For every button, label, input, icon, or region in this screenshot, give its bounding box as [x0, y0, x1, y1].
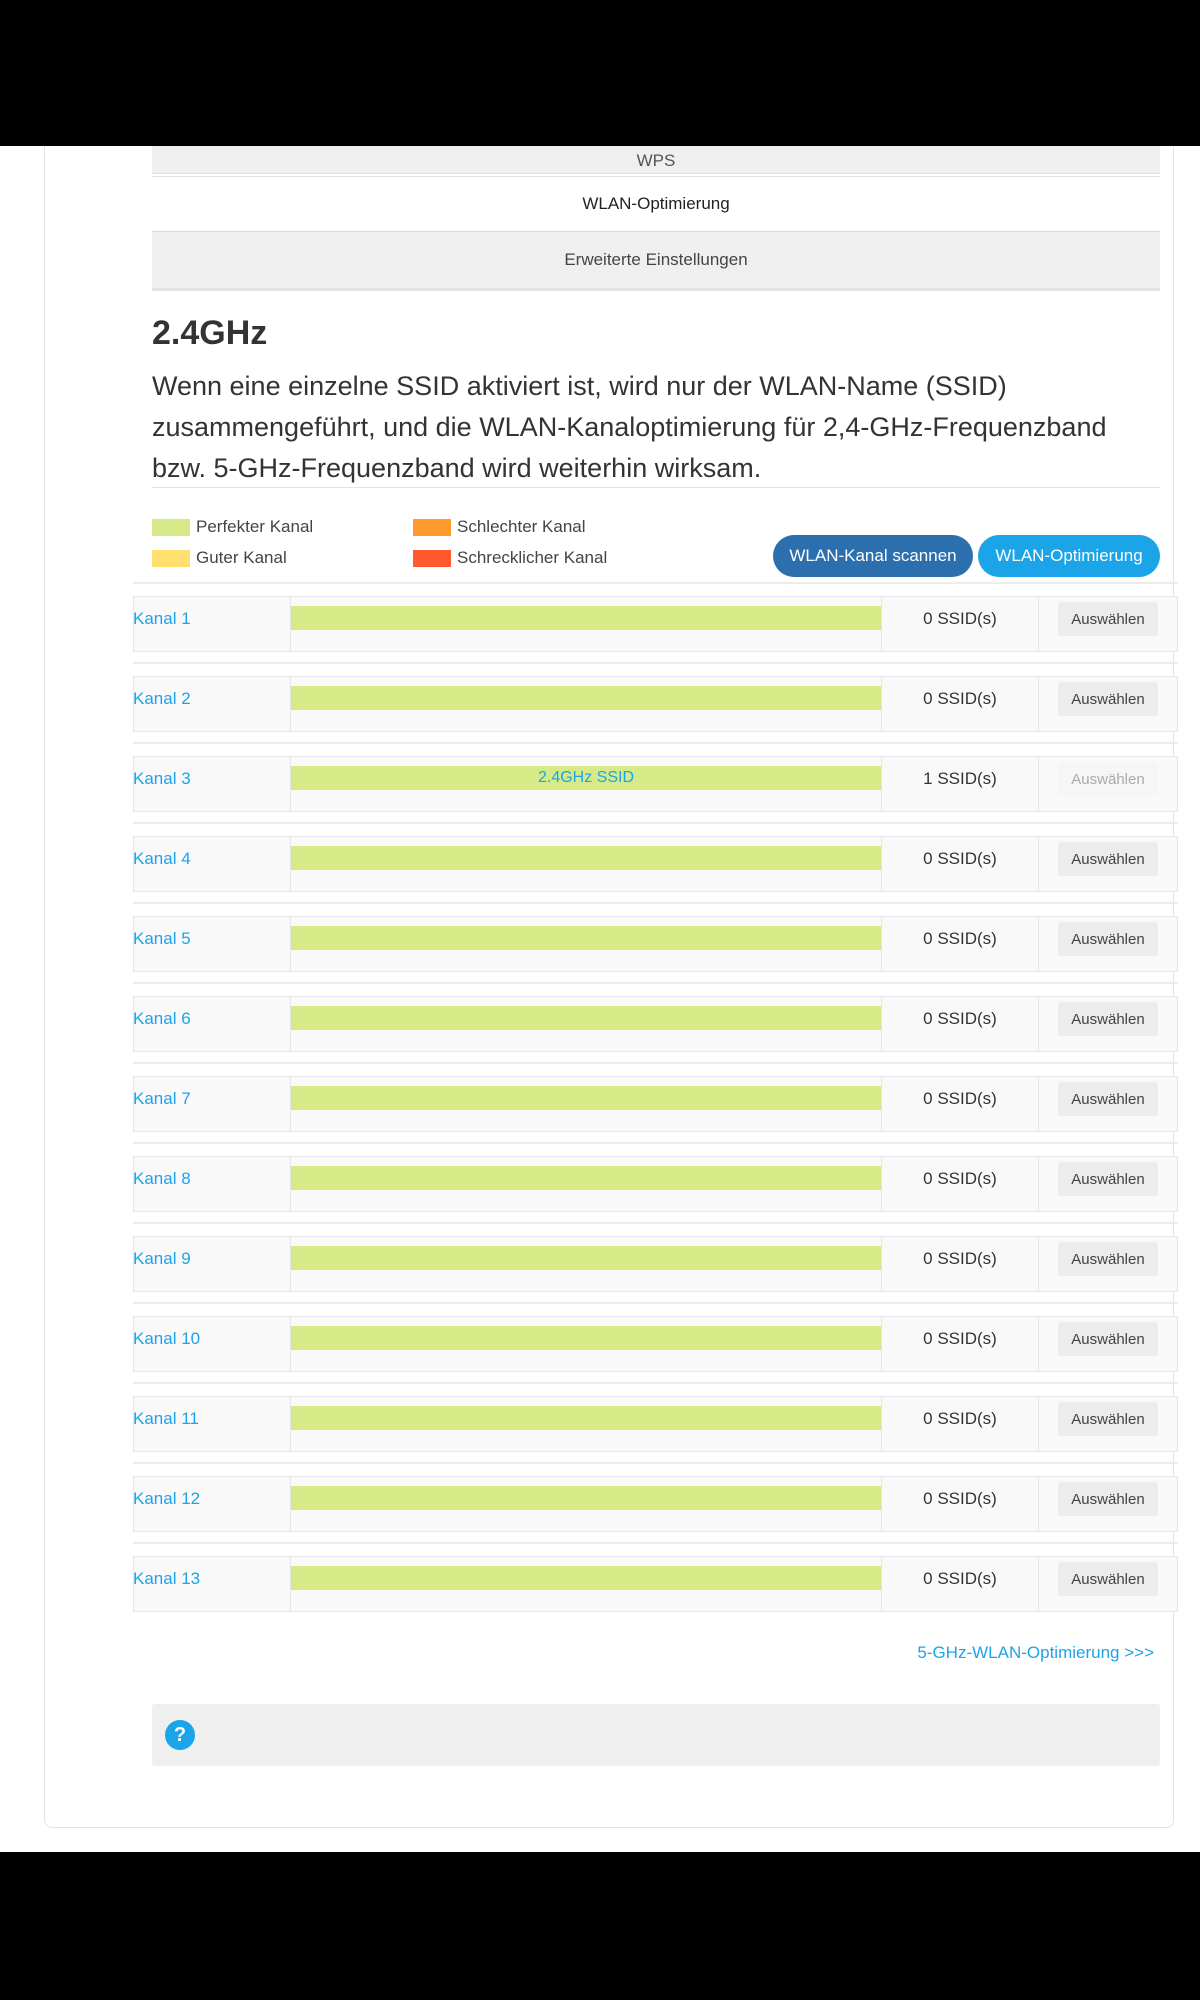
channel-select-button[interactable]: Auswählen [1058, 1482, 1158, 1516]
channel-quality-bar: 2.4GHz SSID [291, 766, 881, 790]
channel-quality-bar [291, 1166, 881, 1190]
channel-ssid-count: 0 SSID(s) [923, 1169, 997, 1188]
channel-ssid-count: 0 SSID(s) [923, 1409, 997, 1428]
channel-label[interactable]: Kanal 8 [133, 1169, 191, 1189]
channel-label[interactable]: Kanal 12 [133, 1489, 200, 1509]
channel-row: Kanal 10 0 SSID(s) Auswählen [133, 1302, 1178, 1382]
channel-select-button[interactable]: Auswählen [1058, 1402, 1158, 1436]
channel-ssid-count: 0 SSID(s) [923, 609, 997, 628]
channel-label[interactable]: Kanal 13 [133, 1569, 200, 1589]
menu-item-erweiterte-einstellungen[interactable]: Erweiterte Einstellungen [152, 232, 1160, 291]
channel-quality-bar [291, 1246, 881, 1270]
legend-swatch-gut [152, 549, 190, 567]
legend-swatch-schrecklich [413, 549, 451, 567]
band-title: 2.4GHz [152, 314, 268, 352]
channel-quality-bar [291, 606, 881, 630]
channel-row: Kanal 9 0 SSID(s) Auswählen [133, 1222, 1178, 1302]
channel-row: Kanal 13 0 SSID(s) Auswählen [133, 1542, 1178, 1622]
channel-ssid-count: 0 SSID(s) [923, 1489, 997, 1508]
channel-label[interactable]: Kanal 1 [133, 609, 191, 629]
legend-label: Schlechter Kanal [457, 517, 586, 536]
channel-row: Kanal 3 2.4GHz SSID 1 SSID(s) Auswählen [133, 742, 1178, 822]
menu-item-wps[interactable]: WPS [152, 146, 1160, 174]
channel-row: Kanal 5 0 SSID(s) Auswählen [133, 902, 1178, 982]
channel-row: Kanal 2 0 SSID(s) Auswählen [133, 662, 1178, 742]
channel-ssid-count: 0 SSID(s) [923, 1089, 997, 1108]
channel-quality-bar [291, 1406, 881, 1430]
channel-list: Kanal 1 0 SSID(s) Auswählen Kanal 2 0 SSID(s… [133, 582, 1178, 1622]
help-panel: ? [152, 1704, 1160, 1766]
channel-label[interactable]: Kanal 3 [133, 769, 191, 789]
channel-quality-bar [291, 926, 881, 950]
channel-label[interactable]: Kanal 6 [133, 1009, 191, 1029]
channel-select-button[interactable]: Auswählen [1058, 1562, 1158, 1596]
link-5ghz-optimization[interactable]: 5-GHz-WLAN-Optimierung >>> [917, 1643, 1154, 1663]
channel-row: Kanal 4 0 SSID(s) Auswählen [133, 822, 1178, 902]
channel-quality-bar [291, 846, 881, 870]
question-icon[interactable]: ? [165, 1720, 195, 1750]
legend-item-schrecklich: Schrecklicher Kanal [413, 548, 607, 568]
channel-select-button[interactable]: Auswählen [1058, 1322, 1158, 1356]
legend-item-schlecht: Schlechter Kanal [413, 517, 586, 537]
channel-ssid-count: 0 SSID(s) [923, 849, 997, 868]
page-content: WPS WLAN-Optimierung Erweiterte Einstell… [0, 146, 1200, 1852]
channel-select-button[interactable]: Auswählen [1058, 842, 1158, 876]
channel-select-button[interactable]: Auswählen [1058, 1002, 1158, 1036]
channel-row: Kanal 12 0 SSID(s) Auswählen [133, 1462, 1178, 1542]
legend-label: Perfekter Kanal [196, 517, 314, 536]
channel-ssid-count: 0 SSID(s) [923, 689, 997, 708]
channel-label[interactable]: Kanal 10 [133, 1329, 200, 1349]
channel-ssid-count: 0 SSID(s) [923, 929, 997, 948]
channel-row: Kanal 8 0 SSID(s) Auswählen [133, 1142, 1178, 1222]
channel-quality-bar [291, 1006, 881, 1030]
channel-quality-bar [291, 1326, 881, 1350]
channel-ssid-count: 0 SSID(s) [923, 1249, 997, 1268]
channel-label[interactable]: Kanal 5 [133, 929, 191, 949]
scan-channels-button[interactable]: WLAN-Kanal scannen [773, 535, 973, 577]
channel-select-button[interactable]: Auswählen [1058, 1242, 1158, 1276]
channel-row: Kanal 11 0 SSID(s) Auswählen [133, 1382, 1178, 1462]
channel-ssid-count: 0 SSID(s) [923, 1329, 997, 1348]
channel-label[interactable]: Kanal 11 [133, 1409, 199, 1429]
legend-swatch-schlecht [413, 518, 451, 536]
channel-label[interactable]: Kanal 2 [133, 689, 191, 709]
channel-ssid-count: 0 SSID(s) [923, 1009, 997, 1028]
legend-label: Guter Kanal [196, 548, 287, 567]
legend-item-perfekt: Perfekter Kanal [152, 517, 313, 537]
channel-label[interactable]: Kanal 7 [133, 1089, 191, 1109]
legend-swatch-perfekt [152, 518, 190, 536]
channel-quality-bar [291, 1086, 881, 1110]
channel-select-button[interactable]: Auswählen [1058, 682, 1158, 716]
channel-quality-bar [291, 1486, 881, 1510]
channel-ssid-count: 1 SSID(s) [923, 769, 997, 788]
channel-ssid-count: 0 SSID(s) [923, 1569, 997, 1588]
channel-select-button[interactable]: Auswählen [1058, 602, 1158, 636]
legend-item-gut: Guter Kanal [152, 548, 287, 568]
channel-quality-bar [291, 686, 881, 710]
band-description: Wenn eine einzelne SSID aktiviert ist, w… [152, 371, 1107, 483]
channel-label[interactable]: Kanal 9 [133, 1249, 191, 1269]
legend-label: Schrecklicher Kanal [457, 548, 608, 567]
channel-row: Kanal 1 0 SSID(s) Auswählen [133, 582, 1178, 662]
channel-label[interactable]: Kanal 4 [133, 849, 191, 869]
channel-select-button: Auswählen [1058, 762, 1158, 796]
divider [152, 487, 1160, 488]
wlan-optimize-button[interactable]: WLAN-Optimierung [978, 535, 1160, 577]
channel-row: Kanal 7 0 SSID(s) Auswählen [133, 1062, 1178, 1142]
channel-select-button[interactable]: Auswählen [1058, 922, 1158, 956]
channel-select-button[interactable]: Auswählen [1058, 1082, 1158, 1116]
channel-quality-bar [291, 1566, 881, 1590]
channel-select-button[interactable]: Auswählen [1058, 1162, 1158, 1196]
channel-row: Kanal 6 0 SSID(s) Auswählen [133, 982, 1178, 1062]
menu-item-wlan-optimierung[interactable]: WLAN-Optimierung [152, 176, 1160, 233]
